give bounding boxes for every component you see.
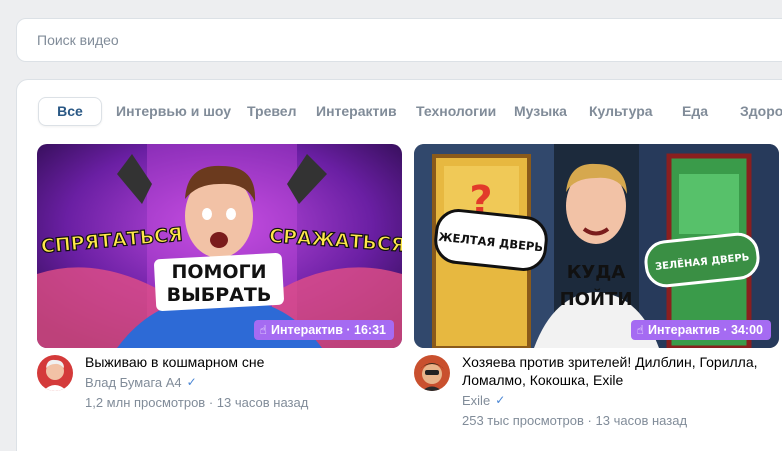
badge-text: Интерактив · 34:00 (647, 323, 763, 337)
search-input[interactable] (37, 19, 757, 61)
video-thumbnail[interactable]: ? ЖЕЛТАЯ ДВЕРЬ ЗЕЛЁНАЯ ДВЕРЬ КУДА ПОЙТИ … (414, 144, 779, 348)
channel-name[interactable]: Влад Бумага А4 (85, 375, 182, 390)
thumb-text-center-1: ПОМОГИ (171, 261, 266, 283)
search-box[interactable] (16, 18, 782, 62)
avatar[interactable] (37, 355, 73, 391)
video-stats: 253 тыс просмотров · 13 часов назад (462, 413, 772, 428)
interactive-badge: ☝ Интерактив · 16:31 (253, 320, 394, 340)
tab-culture[interactable]: Культура (589, 97, 653, 126)
hand-pointer-icon: ☝ (259, 323, 267, 337)
video-title[interactable]: Хозяева против зрителей! Дилблин, Горилл… (462, 353, 772, 389)
tab-health[interactable]: Здоровье (740, 97, 782, 126)
tab-interactive[interactable]: Интерактив (316, 97, 397, 126)
channel-name-row: Влад Бумага А4 ✓ (85, 375, 395, 390)
tab-all[interactable]: Все (38, 97, 102, 126)
interactive-badge: ☝ Интерактив · 34:00 (630, 320, 771, 340)
category-tabs: Все Интервью и шоу Тревел Интерактив Тех… (38, 97, 782, 127)
thumbnail-image-2: ? ЖЕЛТАЯ ДВЕРЬ ЗЕЛЁНАЯ ДВЕРЬ КУДА ПОЙТИ (414, 144, 779, 348)
tab-food[interactable]: Еда (682, 97, 708, 126)
upload-age: 13 часов назад (595, 413, 688, 428)
check-icon: ✓ (495, 393, 506, 407)
thumb-text-center-1: КУДА (567, 262, 626, 283)
thumb-text-center-2: ПОЙТИ (560, 288, 633, 310)
videos-panel: Все Интервью и шоу Тревел Интерактив Тех… (16, 79, 782, 451)
thumb-text-center-2: ВЫБРАТЬ (167, 284, 272, 306)
hand-pointer-icon: ☝ (636, 323, 644, 337)
upload-age: 13 часов назад (216, 395, 309, 410)
channel-name-row: Exile ✓ (462, 393, 772, 408)
check-icon: ✓ (186, 375, 197, 389)
video-card[interactable]: СПРЯТАТЬСЯ СРАЖАТЬСЯ ПОМОГИ ВЫБРАТЬ ☝ Ин… (37, 144, 402, 410)
video-meta: Выживаю в кошмарном сне Влад Бумага А4 ✓… (85, 353, 395, 410)
thumbnail-image-1: СПРЯТАТЬСЯ СРАЖАТЬСЯ ПОМОГИ ВЫБРАТЬ (37, 144, 402, 348)
video-card[interactable]: ? ЖЕЛТАЯ ДВЕРЬ ЗЕЛЁНАЯ ДВЕРЬ КУДА ПОЙТИ … (414, 144, 779, 428)
channel-name[interactable]: Exile (462, 393, 490, 408)
avatar[interactable] (414, 355, 450, 391)
tab-interviews[interactable]: Интервью и шоу (116, 97, 231, 126)
video-thumbnail[interactable]: СПРЯТАТЬСЯ СРАЖАТЬСЯ ПОМОГИ ВЫБРАТЬ ☝ Ин… (37, 144, 402, 348)
video-meta: Хозяева против зрителей! Дилблин, Горилл… (462, 353, 772, 428)
tab-music[interactable]: Музыка (514, 97, 567, 126)
video-stats: 1,2 млн просмотров · 13 часов назад (85, 395, 395, 410)
tab-technology[interactable]: Технологии (416, 97, 496, 126)
badge-text: Интерактив · 16:31 (270, 323, 386, 337)
separator: · (587, 413, 592, 428)
video-title[interactable]: Выживаю в кошмарном сне (85, 353, 395, 371)
view-count: 253 тыс просмотров (462, 413, 584, 428)
separator: · (208, 395, 214, 410)
tab-travel[interactable]: Тревел (247, 97, 296, 126)
view-count: 1,2 млн просмотров (85, 395, 206, 410)
